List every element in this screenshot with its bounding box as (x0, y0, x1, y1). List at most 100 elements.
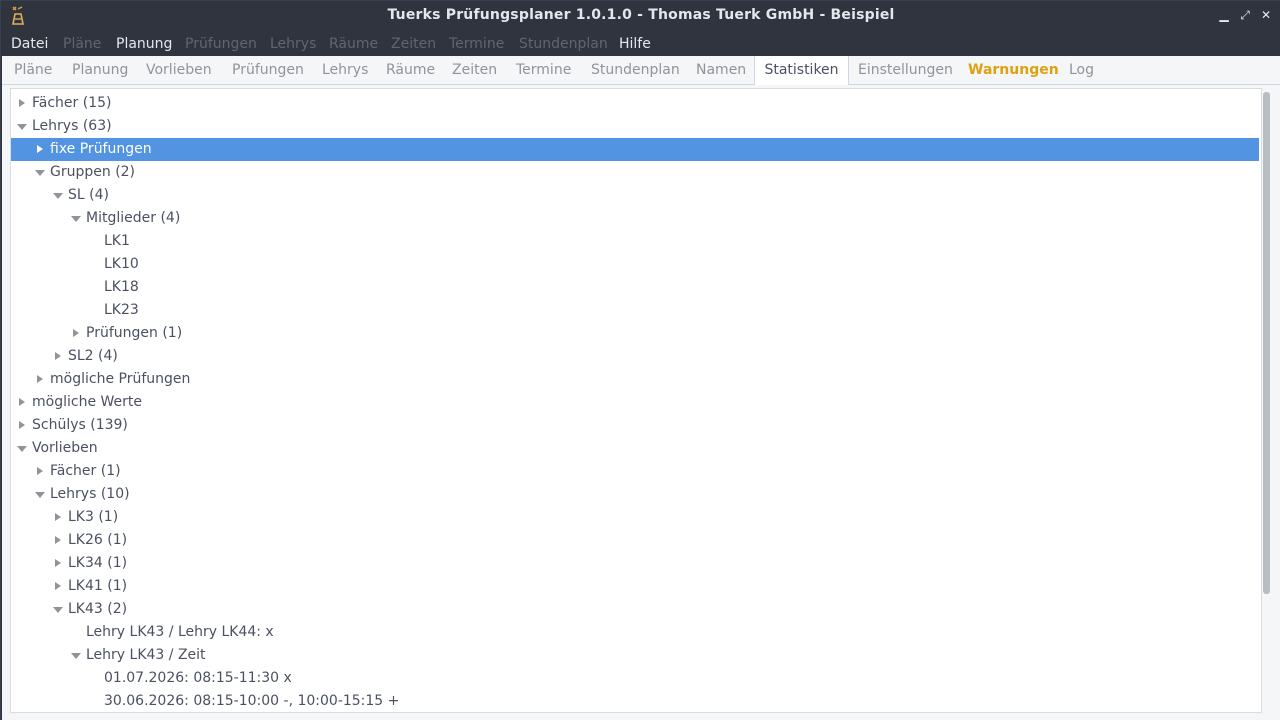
tree-row[interactable]: 01.07.2026: 08:15-11:30 x (11, 667, 1259, 690)
tab-einstellungen[interactable]: Einstellungen (858, 56, 953, 85)
tab-bar: Pläne Planung Vorlieben Prüfungen Lehrys… (2, 56, 1280, 86)
tree-row-label: LK41 (1) (68, 578, 128, 594)
tree-row-label: LK1 (104, 233, 130, 249)
expander-down-icon[interactable] (70, 207, 82, 230)
tree-row-label: SL (4) (68, 187, 109, 203)
tree-row[interactable]: LK1 (11, 230, 1259, 253)
tree-row[interactable]: LK34 (1) (11, 552, 1259, 575)
menu-termine: Termine (449, 36, 505, 52)
tree-row-label: Vorlieben (32, 440, 98, 456)
tab-stundenplan[interactable]: Stundenplan (591, 56, 680, 85)
tree-row-label: 30.06.2026: 08:15-10:00 -, 10:00-15:15 + (104, 693, 400, 709)
menu-pruefungen: Prüfungen (185, 36, 257, 52)
tree-row[interactable]: Lehrys (10) (11, 483, 1259, 506)
tree-row-label: LK23 (104, 302, 139, 318)
expander-right-icon[interactable] (34, 368, 46, 391)
tree-row[interactable]: LK18 (11, 276, 1259, 299)
tree-row-label: LK18 (104, 279, 139, 295)
statistics-panel: Fächer (15) Lehrys (63) fixe Prüfungen Grup… (2, 85, 1280, 720)
expander-right-icon[interactable] (52, 506, 64, 529)
tree-row-label: Mitglieder (4) (86, 210, 181, 226)
tree-row[interactable]: SL2 (4) (11, 345, 1259, 368)
expander-down-icon[interactable] (70, 644, 82, 667)
expander-right-icon[interactable] (52, 345, 64, 368)
tab-statistiken[interactable]: Statistiken (754, 56, 849, 86)
statistics-tree[interactable]: Fächer (15) Lehrys (63) fixe Prüfungen Grup… (10, 88, 1262, 713)
tab-pruefungen[interactable]: Prüfungen (232, 56, 304, 85)
tree-row[interactable]: Prüfungen (1) (11, 322, 1259, 345)
tree-row-label: Lehrys (10) (50, 486, 130, 502)
maximize-icon[interactable]: ⤢ (1238, 8, 1252, 22)
tree-row-label: LK3 (1) (68, 509, 119, 525)
tree-scrollbar[interactable] (1263, 92, 1270, 594)
tree-row[interactable]: fixe Prüfungen (11, 138, 1259, 161)
tree-row[interactable]: Mitglieder (4) (11, 207, 1259, 230)
menu-raeume: Räume (329, 36, 379, 52)
tree-row[interactable]: 30.06.2026: 08:15-10:00 -, 10:00-15:15 + (11, 690, 1259, 712)
tree-row-label: mögliche Prüfungen (50, 371, 191, 387)
expander-right-icon[interactable] (52, 529, 64, 552)
tree-row-label: Fächer (15) (32, 95, 112, 111)
menu-lehrys: Lehrys (270, 36, 317, 52)
tree-row[interactable]: LK26 (1) (11, 529, 1259, 552)
expander-down-icon[interactable] (34, 483, 46, 506)
tab-namen[interactable]: Namen (696, 56, 746, 85)
tree-row[interactable]: LK41 (1) (11, 575, 1259, 598)
tab-planung[interactable]: Planung (72, 56, 128, 85)
tree-row[interactable]: Lehry LK43 / Zeit (11, 644, 1259, 667)
tree-row[interactable]: Schülys (139) (11, 414, 1259, 437)
tree-row[interactable]: LK23 (11, 299, 1259, 322)
title-bar[interactable]: Tuerks Prüfungsplaner 1.0.1.0 - Thomas T… (1, 1, 1280, 31)
expander-right-icon[interactable] (52, 575, 64, 598)
tree-row[interactable]: Lehry LK43 / Lehry LK44: x (11, 621, 1259, 644)
tree-row-label: LK10 (104, 256, 139, 272)
expander-down-icon[interactable] (16, 437, 28, 460)
window-title: Tuerks Prüfungsplaner 1.0.1.0 - Thomas T… (387, 7, 895, 23)
tree-row[interactable]: LK10 (11, 253, 1259, 276)
tree-row-label: Lehry LK43 / Lehry LK44: x (86, 624, 274, 640)
tab-zeiten[interactable]: Zeiten (452, 56, 497, 85)
tab-log[interactable]: Log (1069, 56, 1094, 85)
minimize-icon[interactable]: ▁ (1217, 8, 1231, 22)
tree-row[interactable]: LK3 (1) (11, 506, 1259, 529)
tree-row[interactable]: Vorlieben (11, 437, 1259, 460)
tree-row[interactable]: mögliche Prüfungen (11, 368, 1259, 391)
tree-row-label: Schülys (139) (32, 417, 128, 433)
menu-zeiten: Zeiten (391, 36, 437, 52)
tree-row-label: fixe Prüfungen (50, 141, 152, 157)
tab-lehrys[interactable]: Lehrys (322, 56, 368, 85)
close-icon[interactable]: ✕ (1259, 8, 1273, 22)
tab-raeume[interactable]: Räume (386, 56, 435, 85)
tree-row-label: Lehrys (63) (32, 118, 112, 134)
tab-warnungen[interactable]: Warnungen (968, 56, 1059, 85)
tree-row[interactable]: mögliche Werte (11, 391, 1259, 414)
expander-down-icon[interactable] (52, 184, 64, 207)
tree-row-label: SL2 (4) (68, 348, 118, 364)
tree-row-label: LK26 (1) (68, 532, 128, 548)
tree-row[interactable]: Fächer (15) (11, 92, 1259, 115)
tree-row[interactable]: Fächer (1) (11, 460, 1259, 483)
menu-hilfe[interactable]: Hilfe (619, 34, 651, 54)
expander-right-icon[interactable] (34, 138, 46, 161)
tree-row[interactable]: Gruppen (2) (11, 161, 1259, 184)
tree-row-label: Fächer (1) (50, 463, 121, 479)
tab-termine[interactable]: Termine (516, 56, 571, 85)
tree-row[interactable]: LK43 (2) (11, 598, 1259, 621)
expander-right-icon[interactable] (16, 92, 28, 115)
menu-planung[interactable]: Planung (116, 34, 172, 54)
expander-down-icon[interactable] (52, 598, 64, 621)
app-window: Tuerks Prüfungsplaner 1.0.1.0 - Thomas T… (0, 0, 1280, 720)
tree-row-label: 01.07.2026: 08:15-11:30 x (104, 670, 292, 686)
expander-down-icon[interactable] (34, 161, 46, 184)
menu-datei[interactable]: Datei (11, 34, 48, 54)
tree-row[interactable]: SL (4) (11, 184, 1259, 207)
expander-right-icon[interactable] (16, 414, 28, 437)
expander-right-icon[interactable] (16, 391, 28, 414)
tab-plaene[interactable]: Pläne (14, 56, 52, 85)
tab-vorlieben[interactable]: Vorlieben (146, 56, 212, 85)
tree-row[interactable]: Lehrys (63) (11, 115, 1259, 138)
expander-right-icon[interactable] (34, 460, 46, 483)
expander-down-icon[interactable] (16, 115, 28, 138)
expander-right-icon[interactable] (52, 552, 64, 575)
expander-right-icon[interactable] (70, 322, 82, 345)
